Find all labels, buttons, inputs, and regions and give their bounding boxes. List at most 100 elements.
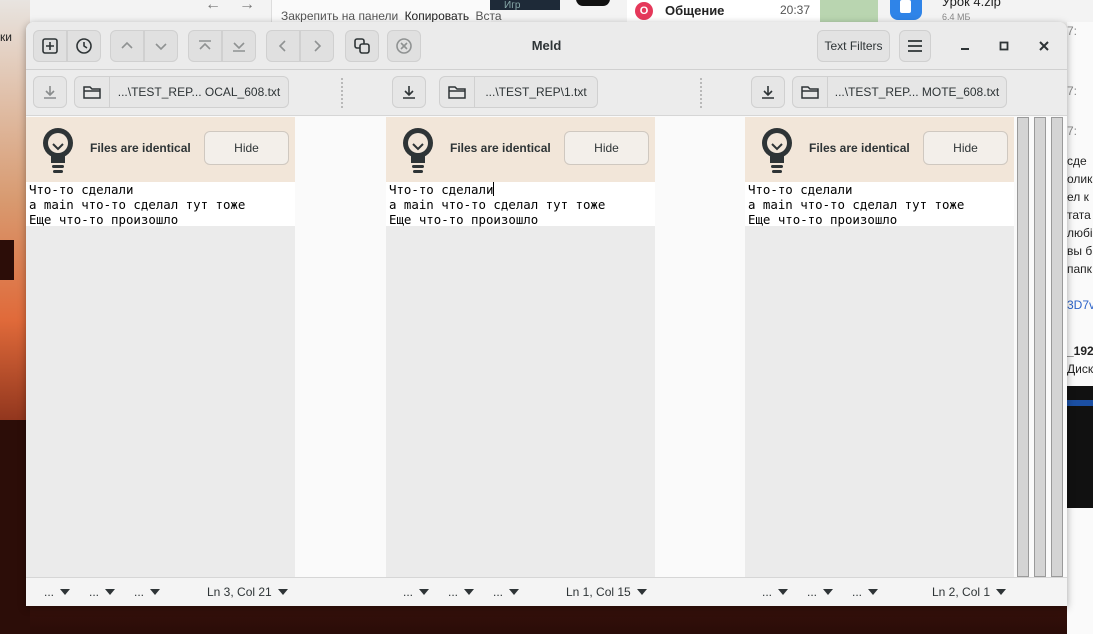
folder-icon [83, 86, 101, 99]
identical-infobar: Files are identical Hide [26, 117, 295, 182]
notification-card[interactable]: О Общение 20:37 [627, 0, 820, 22]
left-link-gutter [295, 117, 386, 577]
minimize-button[interactable] [954, 36, 976, 56]
dropdown-arrow-icon [636, 589, 647, 595]
paste-label[interactable]: Вста [476, 9, 502, 22]
download-item[interactable]: Урок 4.zip 6.4 МБ [878, 0, 1093, 22]
dropdown-arrow-icon [464, 589, 475, 595]
download-size: 6.4 МБ [942, 12, 971, 22]
lightbulb-icon [43, 128, 73, 173]
chevron-left-icon [278, 40, 286, 52]
line-ending-dropdown[interactable]: ... [448, 585, 475, 599]
dark-chip [560, 0, 626, 22]
save-right-button[interactable] [751, 76, 785, 108]
dropdown-arrow-icon [868, 589, 879, 595]
cursor-position-middle[interactable]: Ln 1, Col 15 [566, 585, 647, 599]
file-bar: ...\TEST_REP... OCAL_608.txt ...\TEST_RE… [26, 70, 1067, 116]
middle-pane: Files are identical Hide Что-то сделали … [386, 117, 655, 577]
go-top-icon [199, 40, 211, 50]
middle-text-view[interactable]: Что-то сделали а main что-то сделал тут … [386, 182, 655, 227]
highlight-mode-dropdown[interactable]: ... [852, 585, 879, 599]
pane-separator [341, 78, 343, 108]
dropdown-arrow-icon [60, 589, 71, 595]
text-cursor [493, 182, 495, 196]
next-conflict-button[interactable] [300, 30, 334, 62]
overview-map-right[interactable] [1051, 117, 1063, 577]
save-left-button[interactable] [33, 76, 67, 108]
folder-icon [801, 86, 819, 99]
file-icon [890, 0, 922, 20]
last-change-button[interactable] [222, 30, 256, 62]
open-middle-button[interactable] [439, 76, 475, 108]
open-right-button[interactable] [792, 76, 828, 108]
header-bar: Meld Text Filters [26, 22, 1067, 70]
line-ending-dropdown[interactable]: ... [89, 585, 116, 599]
highlight-mode-dropdown[interactable]: ... [493, 585, 520, 599]
map-thumbnail [820, 0, 878, 22]
left-text-view[interactable]: Что-то сделали а main что-то сделал тут … [26, 182, 295, 227]
minimize-icon [961, 48, 969, 50]
stop-button[interactable] [387, 30, 421, 62]
hide-button[interactable]: Hide [923, 131, 1008, 165]
previous-change-button[interactable] [110, 30, 144, 62]
text-line: Еще что-то произошло [748, 212, 898, 227]
text-filters-button[interactable]: Text Filters [817, 30, 890, 62]
pin-label[interactable]: Закрепить на панели [281, 9, 398, 22]
copy-label[interactable]: Копировать [405, 9, 470, 22]
background-chat-panel: 7: 7: 7: сде олик ел к тата любі вы б па… [1067, 22, 1093, 634]
new-comparison-button[interactable] [33, 30, 67, 62]
encoding-dropdown[interactable]: ... [403, 585, 430, 599]
new-tab-icon [42, 38, 58, 54]
infobar-message: Files are identical [90, 141, 191, 155]
save-icon [403, 86, 415, 99]
right-file-path[interactable]: ...\TEST_REP... MOTE_608.txt [828, 76, 1007, 108]
cursor-position-right[interactable]: Ln 2, Col 1 [932, 585, 1007, 599]
next-change-button[interactable] [144, 30, 178, 62]
hide-button[interactable]: Hide [204, 131, 289, 165]
dropdown-arrow-icon [996, 589, 1007, 595]
chevron-down-icon [155, 43, 167, 51]
text-line: а main что-то сделал тут тоже [389, 197, 606, 212]
save-middle-button[interactable] [392, 76, 426, 108]
right-link-gutter [655, 117, 746, 577]
close-window-button[interactable] [1033, 36, 1055, 56]
overview-map-middle[interactable] [1034, 117, 1046, 577]
open-left-button[interactable] [74, 76, 110, 108]
clock-icon [76, 38, 92, 54]
left-pane: Files are identical Hide Что-то сделали … [26, 117, 295, 577]
recent-comparisons-button[interactable] [67, 30, 101, 62]
encoding-dropdown[interactable]: ... [762, 585, 789, 599]
notification-app-icon: О [635, 2, 653, 20]
desktop-top-strip: ←→ Закрепить на панели Копировать Вста И… [30, 0, 1093, 22]
previous-conflict-button[interactable] [266, 30, 300, 62]
hide-button[interactable]: Hide [564, 131, 649, 165]
maximize-icon [999, 41, 1009, 51]
infobar-message: Files are identical [450, 141, 551, 155]
left-file-path[interactable]: ...\TEST_REP... OCAL_608.txt [110, 76, 289, 108]
cursor-position-left[interactable]: Ln 3, Col 21 [207, 585, 288, 599]
status-bar: ... ... ... Ln 3, Col 21 ... ... ... Ln … [26, 577, 1067, 606]
overview-map-left[interactable] [1017, 117, 1029, 577]
highlight-mode-dropdown[interactable]: ... [134, 585, 161, 599]
first-change-button[interactable] [188, 30, 222, 62]
stop-icon [396, 38, 412, 54]
dropdown-arrow-icon [277, 589, 288, 595]
download-name: Урок 4.zip [942, 0, 1001, 9]
middle-file-path[interactable]: ...\TEST_REP\1.txt [475, 76, 598, 108]
chevron-right-icon [314, 40, 322, 52]
right-pane: Files are identical Hide Что-то сделали … [745, 117, 1014, 577]
main-menu-button[interactable] [899, 30, 931, 62]
save-icon [44, 86, 56, 99]
copy-button[interactable] [345, 30, 379, 62]
line-ending-dropdown[interactable]: ... [807, 585, 834, 599]
copy-icon [354, 38, 370, 54]
chat-image-thumbnail[interactable] [1067, 386, 1093, 508]
save-icon [762, 86, 774, 99]
pane-separator [700, 78, 702, 108]
notification-time: 20:37 [780, 3, 811, 17]
encoding-dropdown[interactable]: ... [44, 585, 71, 599]
dropdown-arrow-icon [823, 589, 834, 595]
notification-title: Общение [665, 3, 725, 18]
maximize-button[interactable] [993, 36, 1015, 56]
right-text-view[interactable]: Что-то сделали а main что-то сделал тут … [745, 182, 1014, 227]
